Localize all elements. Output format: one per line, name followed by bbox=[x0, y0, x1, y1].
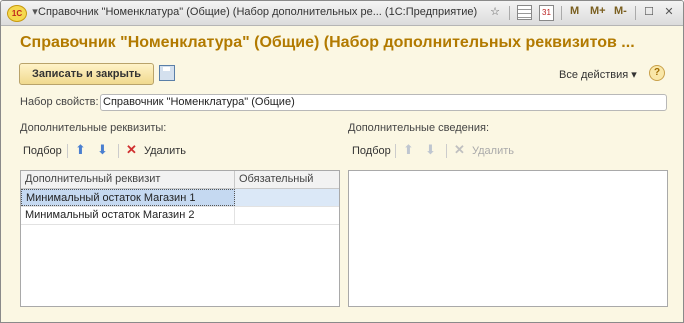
title-bar: 1С ▾ Справочник "Номенклатура" (Общие) (… bbox=[1, 1, 683, 26]
table-cell[interactable] bbox=[235, 207, 339, 224]
all-actions-menu[interactable]: Все действия ▾ bbox=[559, 68, 637, 81]
column-header[interactable]: Обязательный bbox=[235, 171, 339, 188]
additional-info-list[interactable] bbox=[348, 170, 668, 307]
left-delete-button[interactable]: Удалить bbox=[144, 145, 186, 157]
memory-button[interactable]: M bbox=[570, 5, 579, 17]
app-logo-icon[interactable]: 1С bbox=[7, 5, 27, 22]
bookmark-icon[interactable]: ☆ bbox=[487, 5, 503, 20]
delete-icon[interactable]: ✕ bbox=[126, 142, 137, 158]
memory-plus-button[interactable]: M+ bbox=[590, 5, 606, 17]
calendar-icon[interactable]: 31 bbox=[539, 5, 554, 21]
app-window: 1С ▾ Справочник "Номенклатура" (Общие) (… bbox=[0, 0, 684, 323]
help-icon[interactable]: ? bbox=[649, 65, 665, 81]
additional-attributes-heading: Дополнительные реквизиты: bbox=[20, 122, 167, 134]
table-row[interactable]: Минимальный остаток Магазин 1 bbox=[21, 189, 339, 207]
move-down-icon[interactable]: ⬇ bbox=[425, 142, 436, 158]
delete-icon[interactable]: ✕ bbox=[454, 142, 465, 158]
column-header[interactable]: Дополнительный реквизит bbox=[21, 171, 235, 188]
table-cell[interactable] bbox=[235, 189, 339, 206]
save-icon[interactable] bbox=[159, 65, 175, 81]
table-cell[interactable]: Минимальный остаток Магазин 1 bbox=[21, 189, 235, 206]
move-down-icon[interactable]: ⬇ bbox=[97, 142, 108, 158]
table-cell[interactable]: Минимальный остаток Магазин 2 bbox=[21, 207, 235, 224]
move-up-icon[interactable]: ⬆ bbox=[403, 142, 414, 158]
table-row[interactable]: Минимальный остаток Магазин 2 bbox=[21, 207, 339, 225]
right-delete-button[interactable]: Удалить bbox=[472, 145, 514, 157]
property-set-field[interactable]: Справочник "Номенклатура" (Общие) bbox=[100, 94, 667, 111]
save-and-close-button[interactable]: Записать и закрыть bbox=[19, 63, 154, 85]
right-pick-button[interactable]: Подбор bbox=[352, 145, 391, 157]
window-title: Справочник "Номенклатура" (Общие) (Набор… bbox=[38, 6, 478, 18]
memory-minus-button[interactable]: M- bbox=[614, 5, 627, 17]
move-up-icon[interactable]: ⬆ bbox=[75, 142, 86, 158]
close-icon[interactable]: ✕ bbox=[661, 5, 677, 20]
table-header: Дополнительный реквизит Обязательный bbox=[21, 171, 339, 189]
page-title: Справочник "Номенклатура" (Общие) (Набор… bbox=[20, 34, 635, 51]
calculator-icon[interactable] bbox=[517, 5, 532, 20]
left-pick-button[interactable]: Подбор bbox=[23, 145, 62, 157]
additional-info-heading: Дополнительные сведения: bbox=[348, 122, 489, 134]
property-set-label: Набор свойств: bbox=[20, 96, 99, 108]
maximize-icon[interactable]: ☐ bbox=[641, 5, 657, 20]
attributes-table[interactable]: Дополнительный реквизит Обязательный Мин… bbox=[20, 170, 340, 307]
